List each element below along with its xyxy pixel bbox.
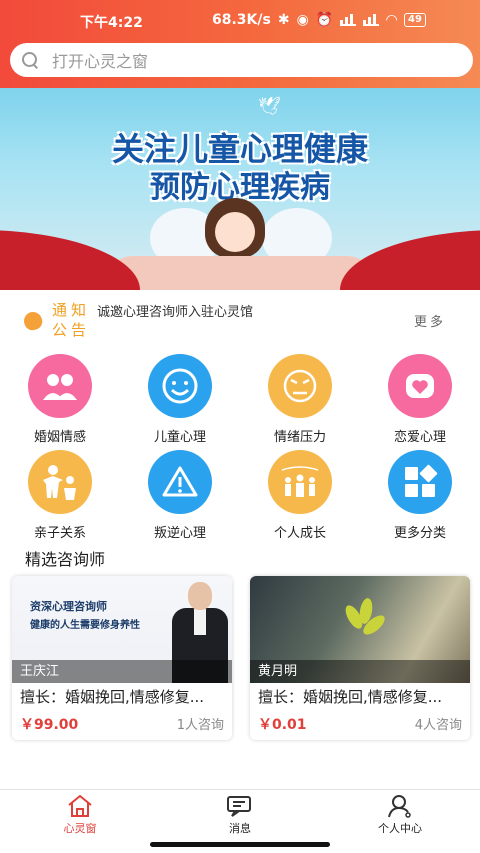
network-speed: 68.3K/s: [212, 12, 271, 28]
wifi-icon: ◠: [386, 12, 398, 28]
couple-icon: [28, 354, 92, 418]
featured-section-title: 精选咨询师: [25, 550, 106, 569]
category-label: 恋爱心理: [393, 430, 446, 445]
warning-icon: [148, 450, 212, 514]
smile-face-icon: [148, 354, 212, 418]
category-label: 儿童心理: [153, 430, 206, 445]
home-indicator[interactable]: [150, 842, 330, 847]
consult-count: 1人咨询: [176, 718, 224, 733]
category-label: 叛逆心理: [153, 526, 206, 541]
nav-messages[interactable]: 消息: [200, 792, 280, 836]
photo-subcaption: 健康的人生需要修身养性: [30, 620, 140, 631]
banner-curtain-left: [0, 230, 140, 290]
category-rebellion[interactable]: 叛逆心理: [130, 450, 230, 541]
notice-bar[interactable]: 通知公告 诚邀心理咨询师入驻心灵馆 更多: [0, 296, 480, 346]
nav-label: 消息: [229, 822, 251, 835]
category-label: 更多分类: [393, 526, 446, 541]
nav-label: 心灵窗: [63, 822, 97, 835]
category-label: 亲子关系: [33, 526, 86, 541]
counselor-card[interactable]: 资深心理咨询师 健康的人生需要修身养性 王庆江 擅长：婚姻挽回,情感修复... …: [12, 576, 232, 740]
notice-more-link[interactable]: 更多: [414, 311, 446, 330]
person-icon: [388, 795, 411, 818]
home-icon: [68, 794, 92, 817]
category-label: 情绪压力: [273, 430, 326, 445]
nav-home[interactable]: 心灵窗: [40, 792, 120, 836]
status-icons: 68.3K/s ✱ ◉ ⏰ ◠ 49: [212, 12, 426, 28]
search-placeholder: 打开心灵之窗: [52, 52, 149, 71]
category-growth[interactable]: 个人成长: [250, 450, 350, 541]
app-header: 下午4:22 68.3K/s ✱ ◉ ⏰ ◠ 49 打开心灵之窗: [0, 0, 480, 88]
category-more[interactable]: 更多分类: [370, 450, 470, 541]
status-bar: 下午4:22 68.3K/s ✱ ◉ ⏰ ◠ 49: [0, 0, 480, 40]
counselor-specialty: 擅长：婚姻挽回,情感修复...: [258, 688, 443, 706]
parent-child-icon: [28, 450, 92, 514]
dove-icon: 🕊: [258, 96, 281, 117]
stressed-face-icon: [268, 354, 332, 418]
growth-icon: [268, 450, 332, 514]
heart-icon: [388, 354, 452, 418]
consult-count: 4人咨询: [414, 718, 462, 733]
bluetooth-icon: ✱: [277, 12, 290, 28]
search-bar[interactable]: 打开心灵之窗: [10, 43, 473, 77]
category-love[interactable]: 恋爱心理: [370, 354, 470, 445]
banner-cloud: [100, 256, 380, 290]
signal-icon: [340, 14, 357, 26]
photo-caption: 资深心理咨询师: [30, 600, 107, 613]
vibrate-icon: ◉: [296, 12, 309, 28]
message-icon: [227, 796, 251, 817]
notice-label: 通知公告: [52, 301, 91, 339]
nav-label: 个人中心: [378, 822, 422, 835]
battery-icon: 49: [404, 13, 426, 27]
category-label: 个人成长: [273, 526, 326, 541]
counselor-price: ￥99.00: [20, 717, 79, 733]
search-icon: [20, 50, 40, 70]
more-categories-icon: [388, 450, 452, 514]
category-stress[interactable]: 情绪压力: [250, 354, 350, 445]
megaphone-icon: [21, 309, 45, 333]
counselor-price: ￥0.01: [258, 717, 307, 733]
promo-banner[interactable]: 🕊 关注儿童心理健康 预防心理疾病: [0, 88, 480, 290]
signal-icon-2: [363, 14, 380, 26]
counselor-specialty: 擅长：婚姻挽回,情感修复...: [20, 688, 205, 706]
status-time: 下午4:22: [80, 15, 143, 31]
banner-curtain-right: [340, 230, 480, 290]
category-parent-child[interactable]: 亲子关系: [10, 450, 110, 541]
category-label: 婚姻情感: [33, 430, 86, 445]
notice-message[interactable]: 诚邀心理咨询师入驻心灵馆: [97, 301, 253, 320]
category-marriage[interactable]: 婚姻情感: [10, 354, 110, 445]
category-child[interactable]: 儿童心理: [130, 354, 230, 445]
nav-profile[interactable]: 个人中心: [360, 792, 440, 836]
counselor-card[interactable]: 黄月明 擅长：婚姻挽回,情感修复... ￥0.01 4人咨询: [250, 576, 470, 740]
alarm-icon: ⏰: [315, 12, 334, 28]
counselor-name: 黄月明: [250, 660, 470, 683]
plant-illustration: [340, 597, 388, 648]
counselor-name: 王庆江: [12, 660, 232, 683]
